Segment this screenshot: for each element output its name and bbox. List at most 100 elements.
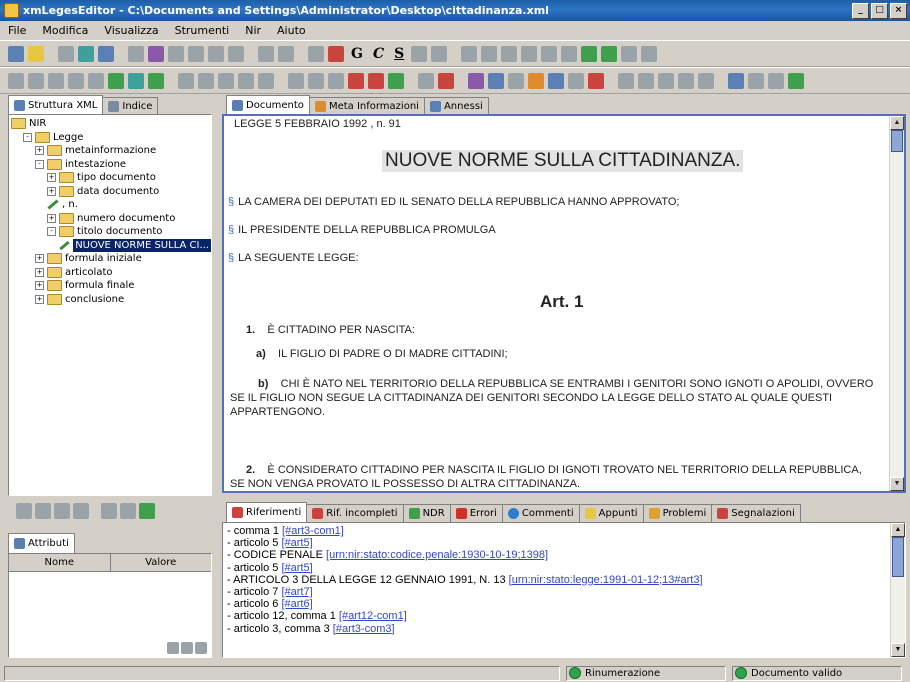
reference-link[interactable]: [#art5]: [281, 562, 312, 574]
tab-commenti[interactable]: Commenti: [501, 504, 580, 522]
reference-link[interactable]: [urn:nir:stato:legge:1991-01-12;13#art3]: [509, 574, 703, 586]
ndr-icon[interactable]: [388, 72, 404, 89]
book-icon[interactable]: [28, 72, 44, 89]
export-icon[interactable]: [618, 72, 634, 89]
column-header-name[interactable]: Nome: [9, 554, 111, 571]
remove-attribute-icon[interactable]: [195, 642, 207, 654]
save-as-icon[interactable]: [98, 45, 114, 62]
tab-meta-informazioni[interactable]: Meta Informazioni: [308, 97, 425, 115]
reference-link[interactable]: [urn:nir:stato:codice.penale:1930-10-19;…: [326, 549, 548, 561]
tab-segnalazioni[interactable]: Segnalazioni: [711, 504, 801, 522]
redo-icon[interactable]: [278, 45, 294, 62]
tree-node[interactable]: + formula iniziale: [9, 252, 211, 266]
underline-button[interactable]: S: [391, 46, 407, 62]
tree-node[interactable]: + conclusione: [9, 293, 211, 307]
edit-icon[interactable]: [78, 45, 94, 62]
tab-indice[interactable]: Indice: [102, 97, 159, 115]
close-button[interactable]: ×: [890, 3, 907, 19]
validity-status[interactable]: Documento valido: [732, 665, 902, 681]
meta-icon[interactable]: [488, 72, 504, 89]
align-left-icon[interactable]: [461, 45, 478, 62]
letter-b-line-3[interactable]: APPARTENGONO.: [230, 406, 325, 418]
expand-icon[interactable]: [120, 503, 136, 519]
expand-node-icon[interactable]: +: [35, 267, 44, 277]
reference-link[interactable]: [#art3-com3]: [333, 623, 395, 635]
tree-node[interactable]: - intestazione: [9, 158, 211, 172]
tree-node[interactable]: + tipo documento: [9, 171, 211, 185]
maximize-button[interactable]: □: [871, 3, 888, 19]
forward-arrow-icon[interactable]: [73, 503, 89, 519]
tab-riferimenti[interactable]: Riferimenti: [226, 502, 308, 522]
numbered-list-icon[interactable]: [561, 45, 578, 62]
expand-node-icon[interactable]: +: [35, 294, 44, 304]
annex-icon[interactable]: [468, 72, 484, 89]
menu-aiuto[interactable]: Aiuto: [275, 24, 308, 37]
preamble-1[interactable]: § LA CAMERA DEI DEPUTATI ED IL SENATO DEL…: [228, 196, 679, 208]
view-icon[interactable]: [508, 72, 524, 89]
tab-rif-incompleti[interactable]: Rif. incompleti: [306, 504, 404, 522]
scroll-down-icon[interactable]: ▼: [890, 477, 904, 491]
tab-struttura-xml[interactable]: Struttura XML: [8, 95, 104, 115]
minimize-button[interactable]: _: [852, 3, 869, 19]
reference-link[interactable]: [#art5]: [281, 537, 312, 549]
tab-attributi[interactable]: Attributi: [8, 533, 75, 553]
tree-node[interactable]: - titolo documento: [9, 225, 211, 239]
move-up-icon[interactable]: [581, 45, 598, 62]
forward-icon[interactable]: [678, 72, 694, 89]
down-icon[interactable]: [54, 503, 70, 519]
open-file-icon[interactable]: [28, 45, 44, 62]
section-icon[interactable]: [68, 72, 84, 89]
expand-node-icon[interactable]: +: [47, 213, 56, 223]
paste-icon[interactable]: [208, 45, 224, 62]
reference-link[interactable]: [#art12-com1]: [339, 610, 407, 622]
list-icon[interactable]: [541, 45, 558, 62]
preamble-3[interactable]: § LA SEGUENTE LEGGE:: [228, 252, 359, 264]
letter-b[interactable]: b) CHI È NATO NEL TERRITORIO DELLA REPUB…: [258, 378, 873, 390]
tree-node[interactable]: + articolato: [9, 266, 211, 280]
note-icon[interactable]: [288, 72, 304, 89]
document-editor[interactable]: LEGGE 5 FEBBRAIO 1992 , n. 91 NUOVE NORM…: [222, 114, 906, 493]
chapter-icon[interactable]: [48, 72, 64, 89]
find-icon[interactable]: [308, 45, 324, 62]
tree-node[interactable]: NIR: [9, 117, 211, 131]
save-icon[interactable]: [58, 45, 74, 62]
justify-icon[interactable]: [521, 45, 538, 62]
tree-node[interactable]: + numero documento: [9, 212, 211, 226]
link-icon[interactable]: [328, 72, 344, 89]
scroll-thumb[interactable]: [892, 537, 904, 577]
tree-node[interactable]: + metainformazione: [9, 144, 211, 158]
collapse-node-icon[interactable]: -: [35, 159, 44, 169]
transfer-icon[interactable]: [658, 72, 674, 89]
expand-node-icon[interactable]: +: [35, 254, 44, 264]
comma-icon[interactable]: [108, 72, 124, 89]
comma-2[interactable]: 2. È CONSIDERATO CITTADINO PER NASCITA I…: [246, 464, 862, 476]
eraser-icon[interactable]: [328, 45, 344, 62]
collapse-node-icon[interactable]: -: [47, 227, 56, 237]
outdent-icon[interactable]: [641, 45, 658, 62]
dropdown-icon[interactable]: [167, 642, 179, 654]
document-title[interactable]: NUOVE NORME SULLA CITTADINANZA.: [382, 150, 744, 172]
date-icon[interactable]: [418, 72, 434, 89]
letter-a[interactable]: a) IL FIGLIO DI PADRE O DI MADRE CITTADI…: [256, 348, 508, 360]
settings-icon[interactable]: [748, 72, 764, 89]
up-icon[interactable]: [35, 503, 51, 519]
tab-documento[interactable]: Documento: [226, 95, 310, 115]
italic-button[interactable]: C: [370, 46, 387, 62]
table-icon[interactable]: [238, 72, 254, 89]
superscript-icon[interactable]: [411, 45, 428, 62]
renumber-status[interactable]: Rinumerazione: [566, 665, 726, 681]
paragraph-icon[interactable]: [218, 72, 234, 89]
calendar-icon[interactable]: [568, 72, 584, 89]
comma-1[interactable]: 1. È CITTADINO PER NASCITA:: [246, 324, 415, 336]
scroll-up-icon[interactable]: ▲: [890, 116, 904, 130]
collapse-node-icon[interactable]: -: [23, 132, 32, 142]
references-scrollbar[interactable]: ▲ ▼: [890, 523, 905, 657]
bold-button[interactable]: G: [348, 46, 366, 62]
menu-nir[interactable]: Nir: [243, 24, 263, 37]
back-icon[interactable]: [16, 503, 32, 519]
modify-icon[interactable]: [438, 72, 454, 89]
spellcheck-icon[interactable]: [148, 45, 164, 62]
tree-node[interactable]: , n.: [9, 198, 211, 212]
comma-2-line-2[interactable]: SE NON VENGA PROVATO IL POSSESSO DI ALTR…: [230, 478, 580, 490]
reference-icon[interactable]: [348, 72, 364, 89]
